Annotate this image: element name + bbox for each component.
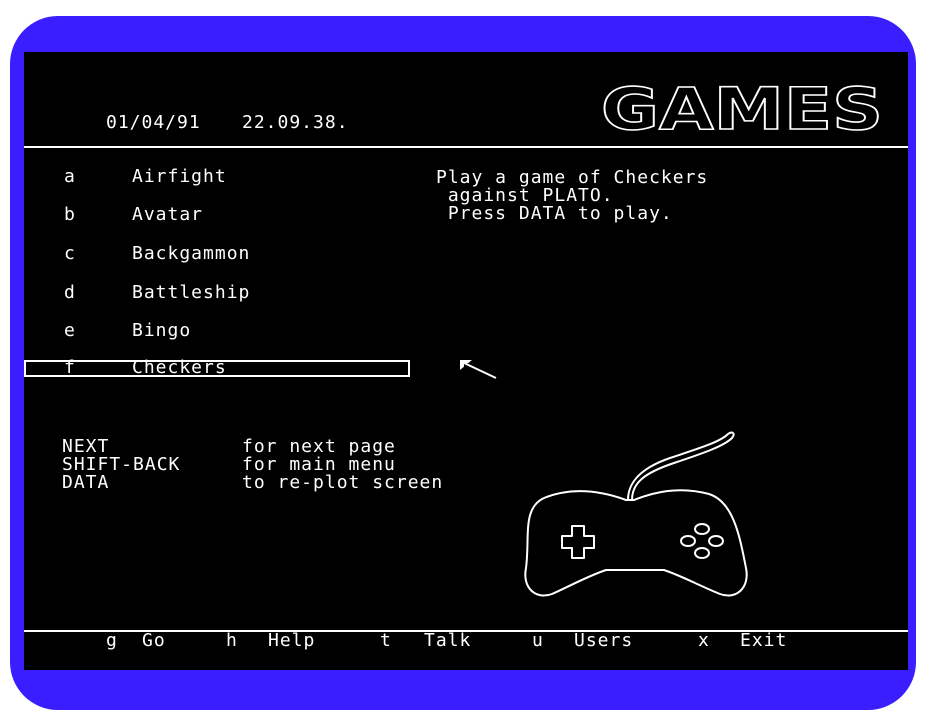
help-desc: to re-plot screen [242, 472, 444, 493]
menu-item-label: Airfight [132, 166, 227, 187]
menu-item-label: Battleship [132, 282, 251, 303]
footer-key: h [226, 630, 238, 651]
footer-key: x [698, 630, 710, 651]
header-divider [24, 146, 908, 148]
header-date: 01/04/91 [106, 112, 201, 133]
footer-key: u [532, 630, 544, 651]
games-logo-text: GAMES [601, 77, 883, 137]
footer-label: Go [142, 630, 166, 651]
footer-label: Help [268, 630, 316, 651]
menu-item-label: Checkers [132, 357, 227, 378]
menu-item-key: b [64, 204, 76, 225]
menu-item-key: e [64, 320, 76, 341]
footer-key: g [106, 630, 118, 651]
arrow-cursor-icon [460, 360, 497, 379]
help-key: DATA [62, 472, 110, 493]
menu-item-key: a [64, 166, 76, 187]
gamepad-icon [524, 431, 748, 597]
footer-label: Exit [740, 630, 788, 651]
menu-item-label: Bingo [132, 320, 192, 341]
plato-screen: 01/04/91 22.09.38. GAMES a Airfight b Av… [24, 52, 908, 670]
description-line-3: Press DATA to play. [436, 203, 673, 224]
footer-label: Users [574, 630, 634, 651]
footer-key: t [380, 630, 392, 651]
menu-item-key: c [64, 243, 76, 264]
games-logo: GAMES [600, 77, 884, 137]
menu-item-label: Avatar [132, 204, 204, 225]
footer-label: Talk [424, 630, 472, 651]
menu-item-key: d [64, 282, 76, 303]
menu-item-key: f [64, 357, 76, 378]
menu-item-label: Backgammon [132, 243, 251, 264]
header-time: 22.09.38. [242, 112, 349, 133]
